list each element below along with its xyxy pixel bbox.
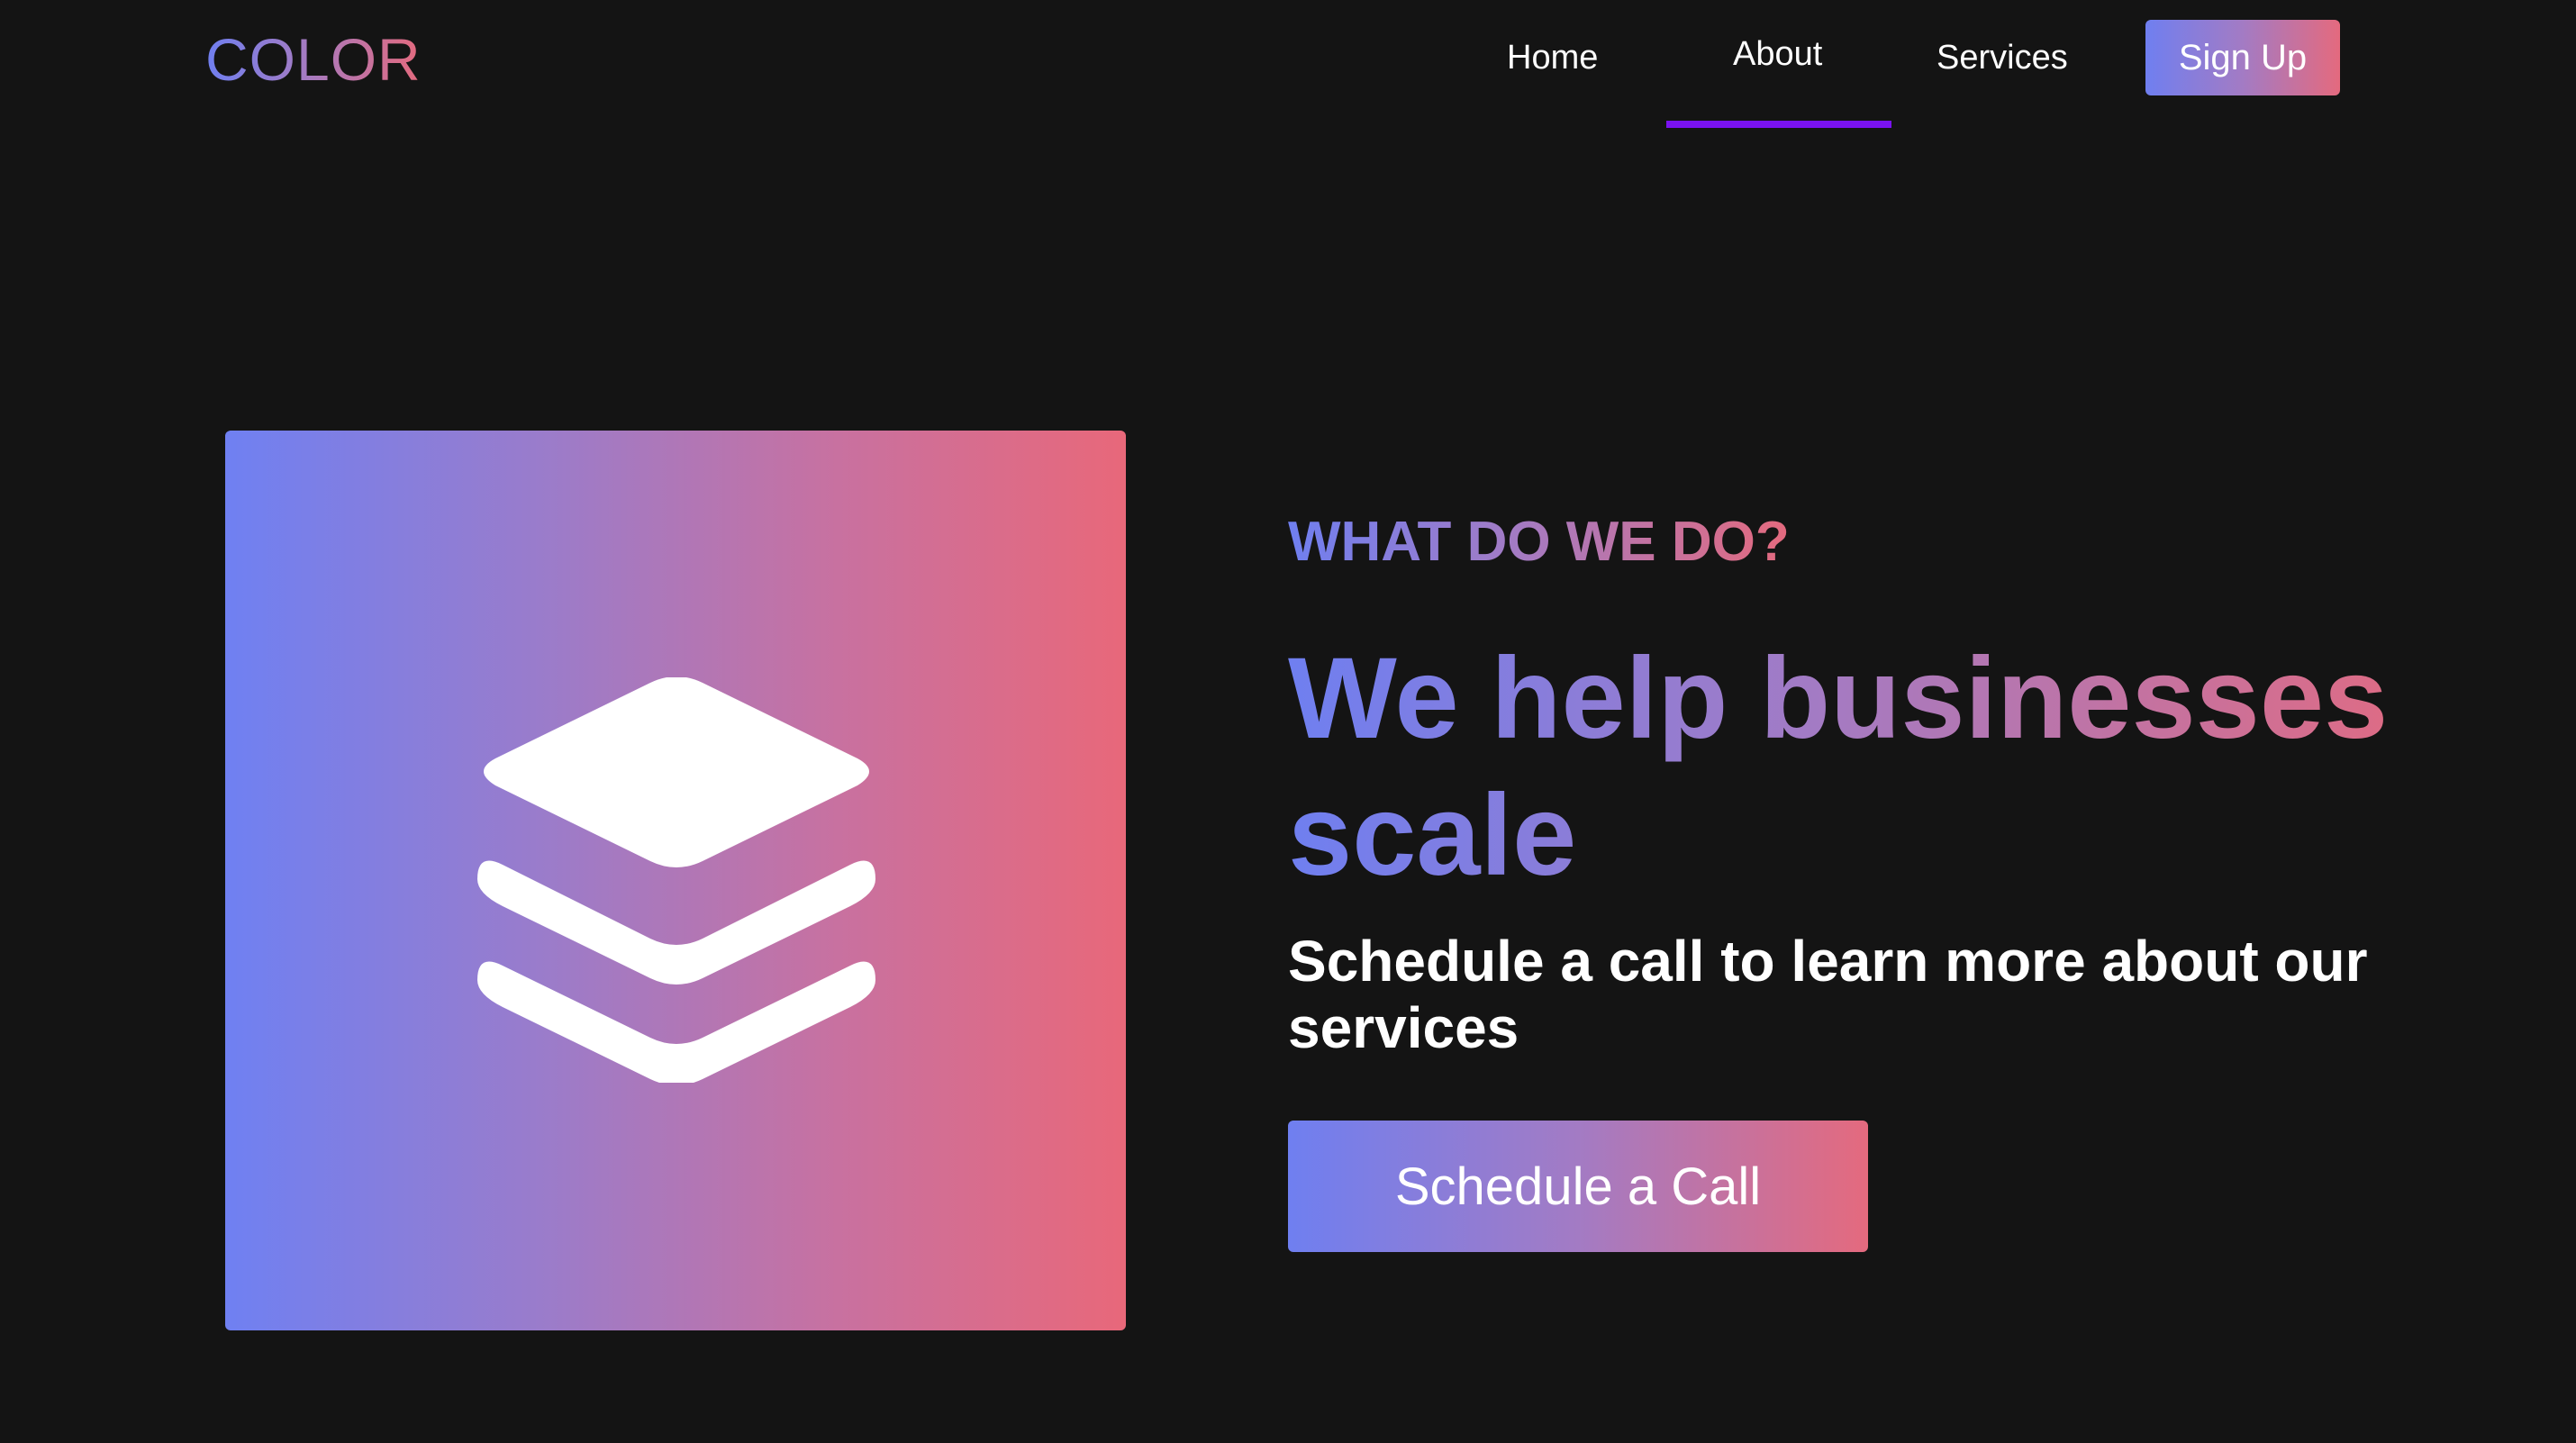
page: COLOR Home About Services Sign Up WHAT D…	[0, 0, 2576, 1443]
logo[interactable]: COLOR	[205, 25, 422, 94]
section-eyebrow: WHAT DO WE DO?	[1288, 511, 1790, 573]
nav-link-home[interactable]: Home	[1507, 38, 1598, 77]
nav-link-services[interactable]: Services	[1937, 38, 2068, 77]
sign-up-button[interactable]: Sign Up	[2145, 20, 2340, 95]
hero-subtitle: Schedule a call to learn more about our …	[1288, 929, 2368, 1060]
navbar: COLOR Home About Services Sign Up	[0, 0, 2576, 135]
layers-icon	[477, 677, 875, 1083]
nav-link-about[interactable]: About	[1733, 34, 1822, 74]
active-nav-indicator	[1666, 121, 1891, 128]
schedule-call-button[interactable]: Schedule a Call	[1288, 1121, 1868, 1252]
hero-headline: We help businesses scale	[1288, 631, 2459, 904]
